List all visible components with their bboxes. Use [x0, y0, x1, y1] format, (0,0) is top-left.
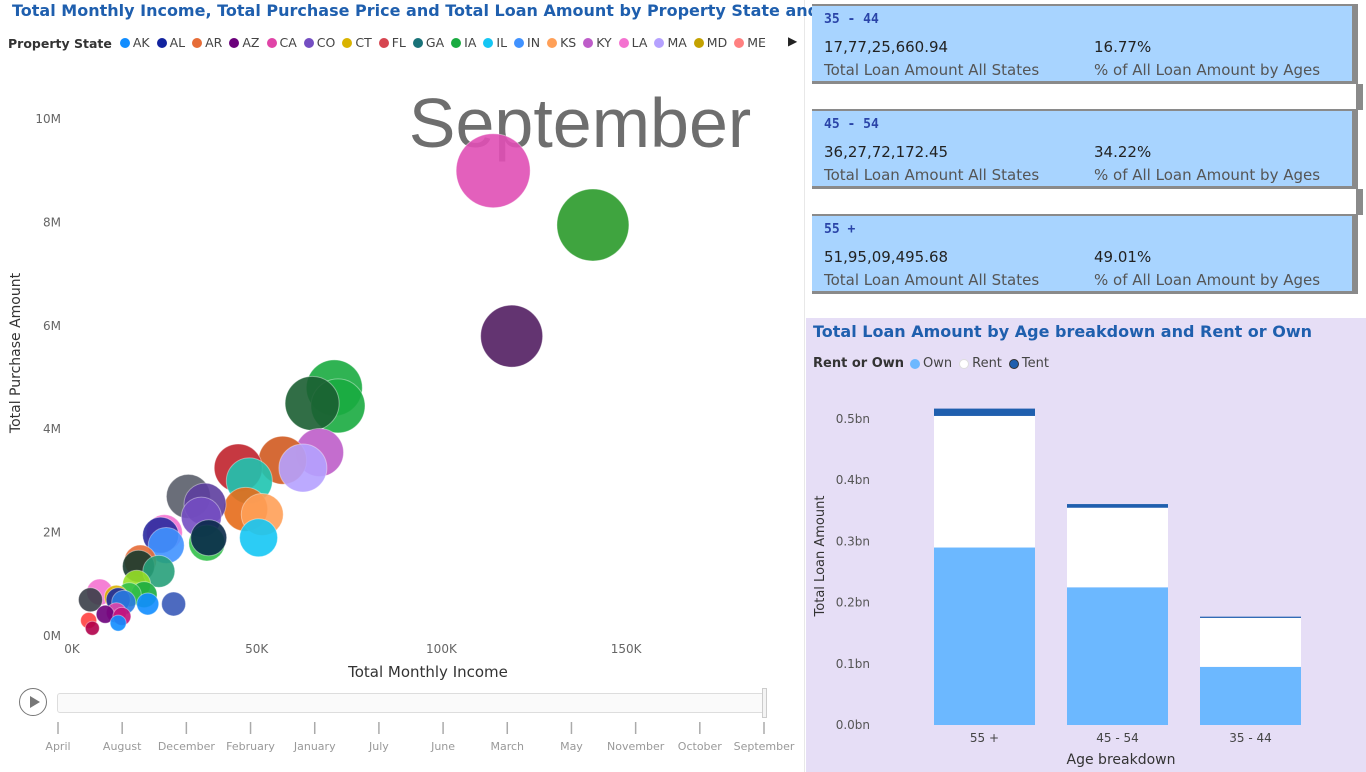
play-button[interactable]: [19, 688, 47, 716]
kpi-percent: 16.77%: [1094, 38, 1152, 56]
x-tick-label: 45 - 54: [1096, 731, 1139, 745]
play-axis-label: September: [734, 740, 795, 753]
play-axis-label: February: [226, 740, 275, 753]
kpi-value-label: Total Loan Amount All States: [824, 271, 1040, 289]
kpi-card-35-44[interactable]: 35 - 44 17,77,25,660.94 16.77% Total Loa…: [812, 4, 1358, 84]
bar-segment-own: [1200, 666, 1301, 725]
card-divider: [1356, 84, 1363, 110]
y-tick-label: 10M: [35, 112, 61, 126]
bar-segment-rent: [1067, 507, 1168, 588]
scatter-bubble: [284, 375, 340, 431]
play-axis-label: October: [678, 740, 722, 753]
kpi-percent: 34.22%: [1094, 143, 1152, 161]
stacked-bar-chart-visual: Total Loan Amount by Age breakdown and R…: [806, 318, 1366, 772]
x-tick-label: 50K: [245, 642, 269, 656]
play-axis-thumb[interactable]: [762, 688, 767, 718]
kpi-value: 51,95,09,495.68: [824, 248, 949, 266]
x-axis-title: Age breakdown: [1067, 752, 1176, 768]
bar-segment-own: [934, 547, 1035, 725]
card-divider: [1356, 189, 1363, 215]
y-tick-label: 2M: [43, 526, 61, 540]
kpi-percent-label: % of All Loan Amount by Ages: [1094, 271, 1321, 289]
y-axis-title: Total Purchase Amount: [8, 272, 24, 434]
frame-month-label: September: [409, 84, 751, 162]
y-tick-label: 0.3bn: [836, 534, 870, 548]
scatter-bubble: [84, 620, 100, 636]
kpi-percent-label: % of All Loan Amount by Ages: [1094, 166, 1321, 184]
bar-segment-rent: [934, 415, 1035, 548]
y-tick-label: 0.0bn: [836, 718, 870, 732]
x-tick-label: 100K: [426, 642, 458, 656]
scatter-bubble: [480, 304, 544, 368]
bar-segment-rent: [1200, 617, 1301, 667]
kpi-age-label: 55 +: [824, 222, 856, 237]
play-icon: [29, 696, 40, 708]
kpi-value-label: Total Loan Amount All States: [824, 61, 1040, 79]
y-tick-label: 0.4bn: [836, 473, 870, 487]
bar-segment-own: [1067, 587, 1168, 725]
play-axis-slider[interactable]: [57, 693, 765, 713]
scatter-bubble: [278, 443, 328, 493]
scatter-bubble: [109, 614, 127, 632]
kpi-age-label: 45 - 54: [824, 117, 879, 132]
kpi-card-55-plus[interactable]: 55 + 51,95,09,495.68 49.01% Total Loan A…: [812, 214, 1358, 294]
y-axis-title: Total Loan Amount: [813, 496, 828, 618]
kpi-percent: 49.01%: [1094, 248, 1152, 266]
x-tick-label: 150K: [611, 642, 643, 656]
play-axis-label: August: [103, 740, 142, 753]
scatter-bubble: [136, 592, 160, 616]
kpi-percent-label: % of All Loan Amount by Ages: [1094, 61, 1321, 79]
bar-segment-tent: [934, 408, 1035, 416]
y-tick-label: 0.2bn: [836, 596, 870, 610]
play-axis-label: January: [293, 740, 336, 753]
y-tick-label: 0.1bn: [836, 657, 870, 671]
scatter-chart-visual: Total Monthly Income, Total Purchase Pri…: [0, 0, 882, 772]
play-axis-label: March: [490, 740, 524, 753]
scatter-bubble: [556, 188, 630, 262]
scatter-bubble: [239, 518, 279, 558]
bar-segment-tent: [1200, 616, 1301, 618]
x-tick-label: 55 +: [970, 731, 999, 745]
play-axis-label: July: [368, 740, 389, 753]
scatter-plot-area[interactable]: September 0M 2M 4M 6M 8M 10M 0K 50K 100K 150K Total…: [0, 0, 805, 772]
play-axis-label: November: [607, 740, 665, 753]
scatter-bubble: [161, 591, 187, 617]
kpi-value-label: Total Loan Amount All States: [824, 166, 1040, 184]
y-tick-label: 0.5bn: [836, 412, 870, 426]
kpi-value: 17,77,25,660.94: [824, 38, 949, 56]
kpi-card-45-54[interactable]: 45 - 54 36,27,72,172.45 34.22% Total Loa…: [812, 109, 1358, 189]
bar-plot-area[interactable]: 0.0bn0.1bn0.2bn0.3bn0.4bn0.5bnTotal Loan…: [806, 318, 1366, 772]
play-axis-label: June: [430, 740, 455, 753]
x-tick-label: 35 - 44: [1229, 731, 1272, 745]
play-axis-label: December: [158, 740, 216, 753]
kpi-age-label: 35 - 44: [824, 12, 879, 27]
y-tick-label: 6M: [43, 319, 61, 333]
play-axis-label: May: [560, 740, 583, 753]
y-tick-label: 8M: [43, 215, 61, 229]
x-tick-label: 0K: [64, 642, 81, 656]
x-axis-title: Total Monthly Income: [347, 663, 508, 681]
kpi-value: 36,27,72,172.45: [824, 143, 949, 161]
scatter-bubble: [455, 133, 531, 209]
y-tick-label: 4M: [43, 422, 61, 436]
y-tick-label: 0M: [43, 629, 61, 643]
bar-segment-tent: [1067, 504, 1168, 508]
play-axis-label: April: [45, 740, 70, 753]
scatter-bubble: [190, 519, 228, 557]
